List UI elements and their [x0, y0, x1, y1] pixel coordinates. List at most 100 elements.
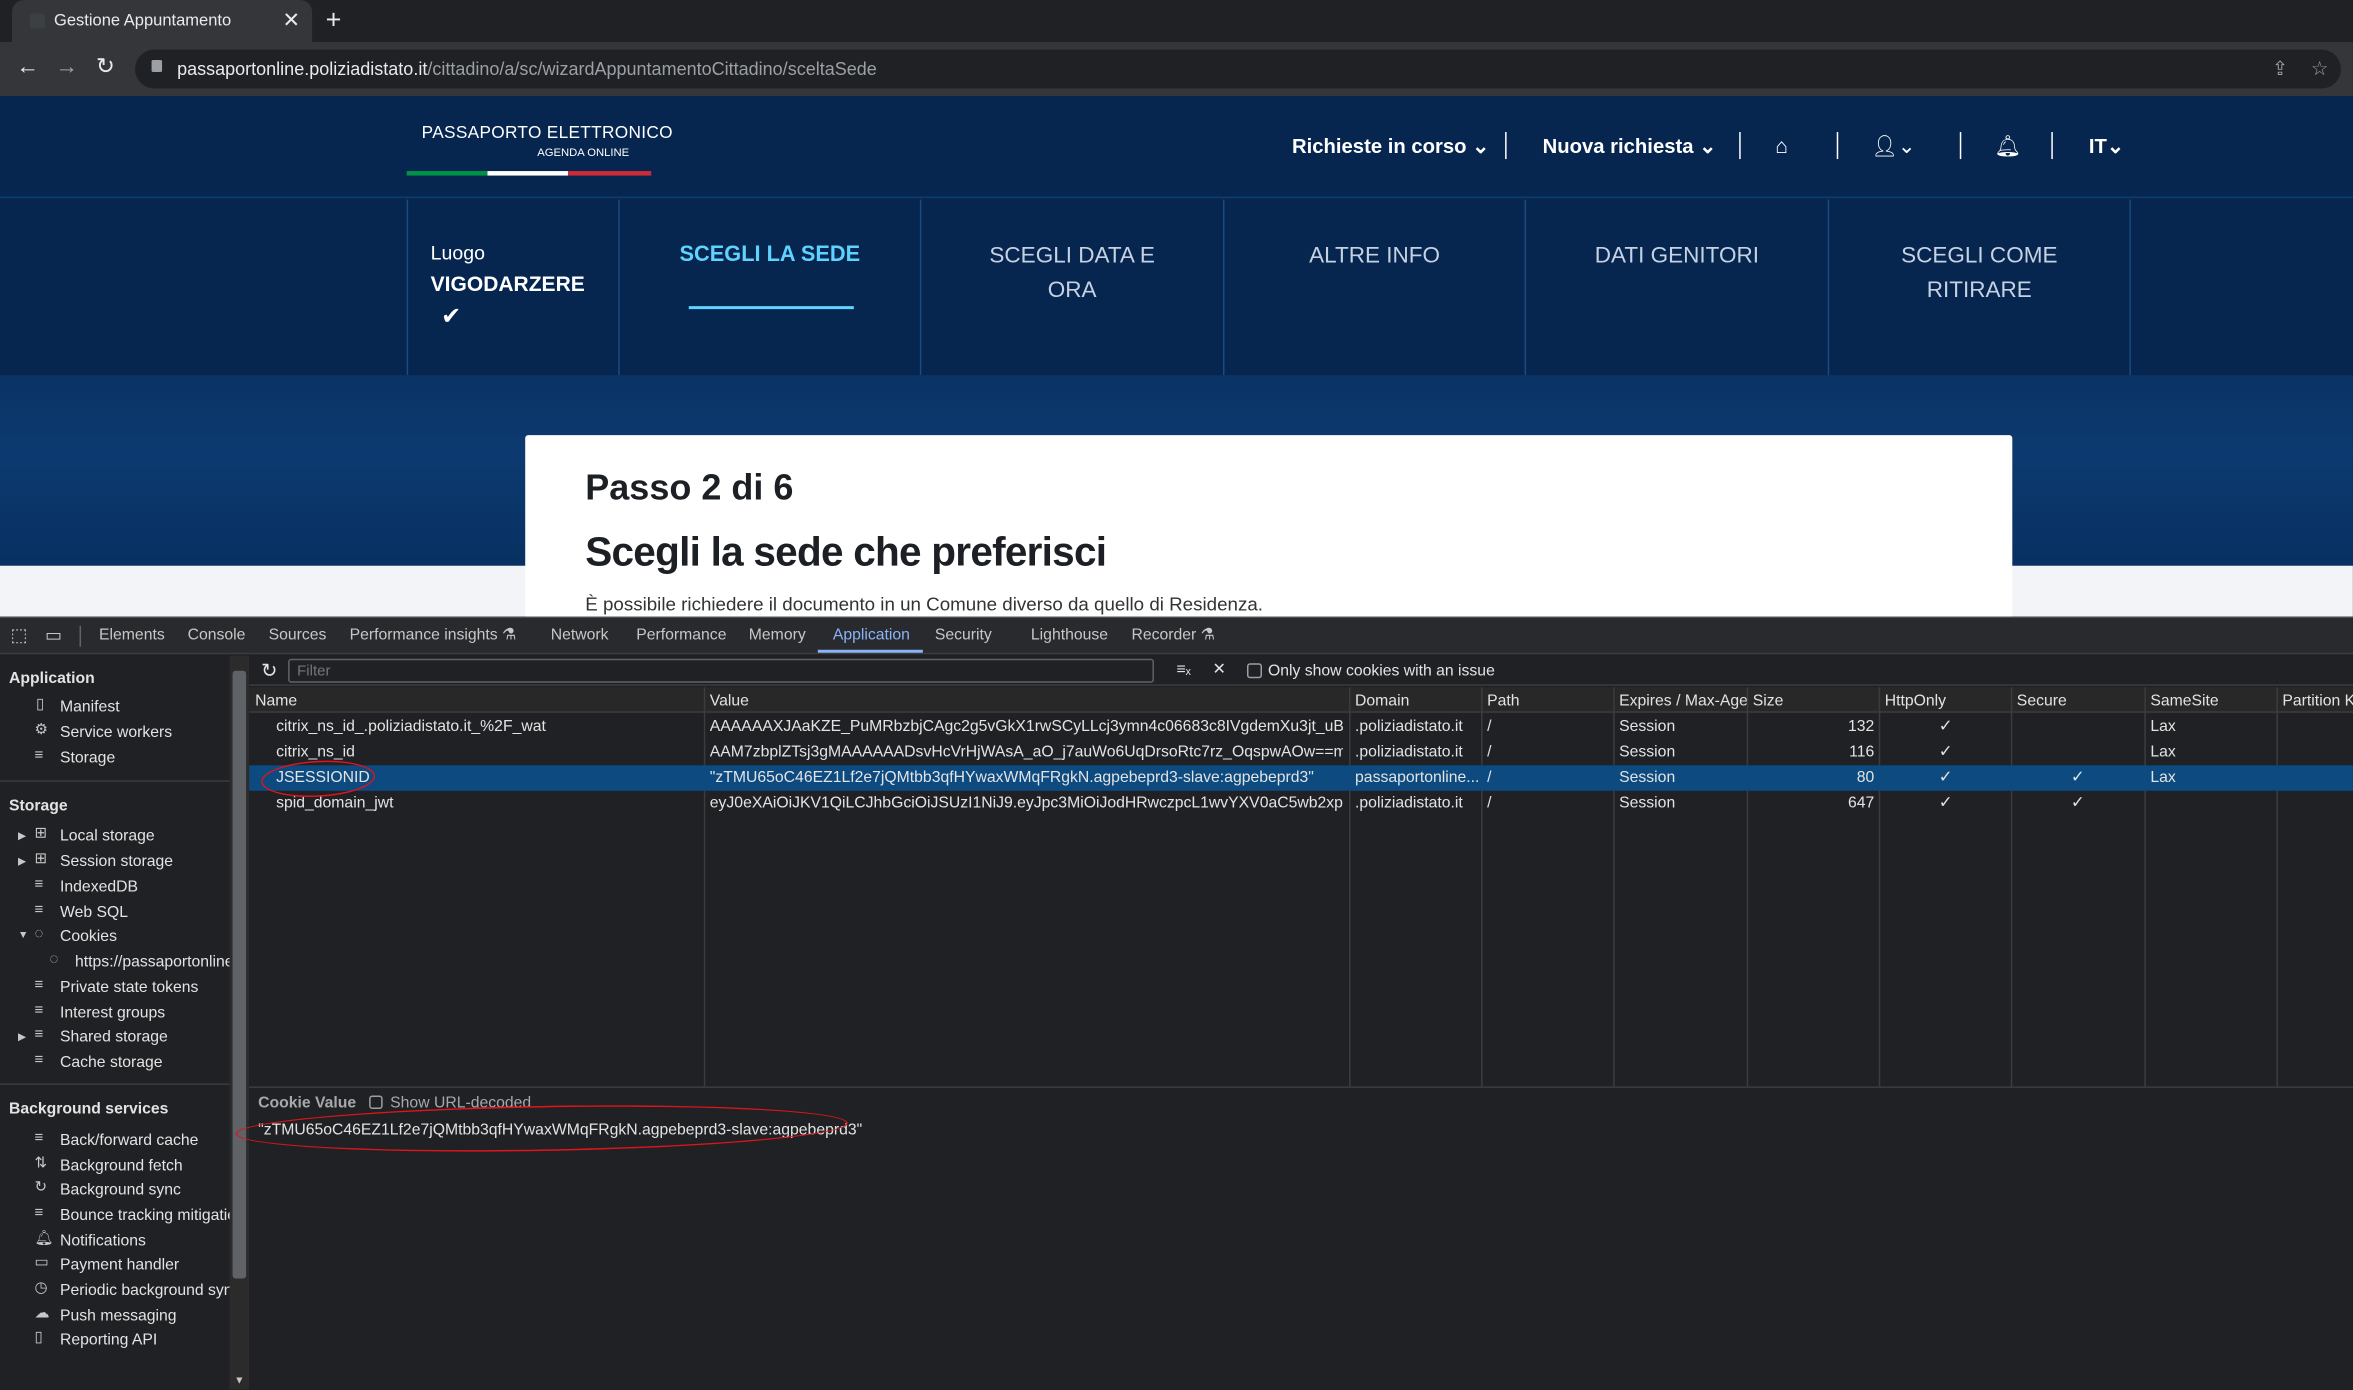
cookie-filter-input[interactable]	[288, 658, 1154, 683]
cookie-row[interactable]: citrix_ns_id AAM7zbplZTsj3gMAAAAAADsvHcV…	[249, 740, 2353, 766]
sidebar-item-background-sync[interactable]: Background sync	[60, 1181, 181, 1199]
sidebar-item-local-storage[interactable]: Local storage	[60, 827, 155, 845]
toolbar-divider	[79, 625, 82, 647]
bookmark-star-icon[interactable]: ☆	[2311, 57, 2328, 81]
close-tab-icon[interactable]: ✕	[283, 8, 301, 34]
address-bar[interactable]: passaportonline.poliziadistato.it/cittad…	[135, 49, 2341, 89]
cookie-row[interactable]: spid_domain_jwt eyJ0eXAiOiJKV1QiLCJhbGci…	[249, 791, 2353, 817]
step-dati-genitori[interactable]: DATI GENITORI	[1526, 199, 1830, 376]
nav-nuova-richiesta[interactable]: Nuova richiesta ⌄	[1543, 135, 1717, 159]
column-partition-key[interactable]: Partition K	[2282, 692, 2353, 710]
cookie-row-selected[interactable]: JSESSIONID "zTMU65oC46EZ1Lf2e7jQMtbb3qfH…	[249, 765, 2353, 791]
user-menu-icon[interactable]: 👤︎⌄	[1871, 134, 1915, 160]
back-icon[interactable]: ←	[17, 55, 40, 80]
sidebar-item-push-messaging[interactable]: Push messaging	[60, 1307, 177, 1325]
collapse-arrow-icon[interactable]: ▼	[18, 930, 28, 941]
sidebar-item-cache-storage[interactable]: Cache storage	[60, 1053, 162, 1071]
only-issues-checkbox[interactable]	[1246, 663, 1263, 679]
column-domain[interactable]: Domain	[1355, 692, 1409, 710]
sidebar-vertical-scrollbar[interactable]: ▼	[229, 655, 250, 1390]
tab-sources[interactable]: Sources	[269, 626, 327, 644]
step-label: ALTRE INFO	[1224, 239, 1524, 274]
step-altre-info[interactable]: ALTRE INFO	[1224, 199, 1527, 376]
sidebar-item-bfcache[interactable]: Back/forward cache	[60, 1131, 198, 1149]
tab-console[interactable]: Console	[188, 626, 246, 644]
step-scegli-data[interactable]: SCEGLI DATA E ORA	[921, 199, 1225, 376]
sidebar-item-payment-handler[interactable]: Payment handler	[60, 1256, 179, 1274]
step-scegli-ritiro[interactable]: SCEGLI COME RITIRARE	[1829, 199, 2131, 376]
browser-tab[interactable]: Gestione Appuntamento ✕	[12, 0, 313, 43]
cookie-name: spid_domain_jwt	[276, 793, 394, 812]
cookie-path: /	[1487, 768, 1492, 787]
sync-icon: ↻	[34, 1179, 48, 1196]
bell-icon[interactable]: 🔔︎	[1994, 134, 2021, 160]
tab-memory[interactable]: Memory	[749, 626, 806, 644]
database-icon: ≡	[34, 1002, 44, 1019]
column-httponly[interactable]: HttpOnly	[1885, 692, 1946, 710]
column-name[interactable]: Name	[255, 692, 297, 710]
delete-cookie-icon[interactable]: ✕	[1212, 660, 1225, 678]
database-icon: ≡	[34, 1129, 44, 1147]
logo-title[interactable]: PASSAPORTO ELETTRONICO	[422, 125, 673, 143]
chevron-down-icon: ⌄	[1699, 135, 1717, 158]
column-path[interactable]: Path	[1487, 692, 1519, 710]
home-icon[interactable]: ⌂	[1775, 134, 1788, 158]
sidebar-item-private-state-tokens[interactable]: Private state tokens	[60, 978, 198, 996]
sidebar-header-background-services: Background services	[9, 1099, 169, 1118]
tab-application[interactable]: Application	[833, 626, 910, 644]
inspect-element-icon[interactable]: ⬚	[11, 624, 28, 645]
expand-arrow-icon[interactable]: ▶	[18, 855, 26, 868]
cookie-row[interactable]: citrix_ns_id_.poliziadistato.it_%2F_wat …	[249, 714, 2353, 740]
expand-arrow-icon[interactable]: ▶	[18, 830, 26, 842]
step-scegli-sede[interactable]: SCEGLI LA SEDE	[620, 199, 922, 376]
reload-icon[interactable]: ↻	[96, 55, 115, 80]
nav-richieste-in-corso[interactable]: Richieste in corso ⌄	[1292, 135, 1489, 159]
column-secure[interactable]: Secure	[2017, 692, 2067, 710]
column-samesite[interactable]: SameSite	[2150, 692, 2218, 710]
gear-icon: ⚙	[34, 721, 48, 739]
sidebar-item-shared-storage[interactable]: Shared storage	[60, 1028, 168, 1046]
sidebar-item-storage[interactable]: Storage	[60, 749, 115, 767]
tab-performance-insights[interactable]: Performance insights ⚗	[350, 626, 517, 644]
tab-performance[interactable]: Performance	[636, 626, 726, 644]
sidebar-item-bounce-tracking[interactable]: Bounce tracking mitigatio	[60, 1206, 230, 1224]
bell-icon: 🔔︎	[34, 1230, 54, 1247]
language-selector[interactable]: IT⌄	[2089, 135, 2124, 159]
sidebar-item-cookies[interactable]: Cookies	[60, 927, 117, 945]
expand-arrow-icon[interactable]: ▶	[18, 1031, 26, 1043]
url-text: passaportonline.poliziadistato.it/cittad…	[177, 59, 877, 80]
share-icon[interactable]: ⇪	[2272, 57, 2288, 81]
tab-security[interactable]: Security	[935, 626, 992, 644]
sidebar-item-background-fetch[interactable]: Background fetch	[60, 1157, 183, 1175]
step-label: DATI GENITORI	[1526, 239, 1828, 274]
check-icon: ✔	[441, 304, 462, 331]
sidebar-item-indexeddb[interactable]: IndexedDB	[60, 878, 138, 896]
sidebar-item-session-storage[interactable]: Session storage	[60, 852, 173, 870]
sidebar-item-service-workers[interactable]: Service workers	[60, 723, 172, 741]
sidebar-item-web-sql[interactable]: Web SQL	[60, 903, 128, 921]
database-icon: ≡	[34, 876, 44, 893]
column-size[interactable]: Size	[1753, 692, 1784, 710]
refresh-icon[interactable]: ↻	[261, 659, 277, 683]
tab-elements[interactable]: Elements	[99, 626, 165, 644]
step-label-line1: SCEGLI LA SEDE	[679, 243, 861, 268]
sidebar-item-notifications[interactable]: Notifications	[60, 1232, 146, 1250]
column-expires[interactable]: Expires / Max-Age	[1619, 692, 1748, 710]
scroll-down-icon[interactable]: ▼	[234, 1376, 244, 1387]
device-toolbar-icon[interactable]: ▭	[45, 624, 62, 645]
sidebar-item-reporting-api[interactable]: Reporting API	[60, 1331, 157, 1349]
new-tab-icon[interactable]: +	[326, 5, 342, 37]
sidebar-item-manifest[interactable]: Manifest	[60, 698, 120, 716]
tab-recorder[interactable]: Recorder ⚗	[1131, 626, 1214, 644]
forward-icon[interactable]: →	[56, 55, 79, 80]
language-label: IT	[2088, 135, 2107, 158]
clear-filtered-cookies-icon[interactable]: ≡ₓ	[1176, 660, 1190, 678]
sidebar-item-interest-groups[interactable]: Interest groups	[60, 1004, 165, 1022]
sidebar-item-cookie-origin[interactable]: https://passaportonline	[75, 953, 230, 971]
scrollbar-thumb[interactable]	[232, 670, 247, 1279]
tab-network[interactable]: Network	[551, 626, 609, 644]
show-url-decoded-checkbox[interactable]	[369, 1095, 383, 1109]
sidebar-item-periodic-sync[interactable]: Periodic background sync	[60, 1282, 230, 1300]
tab-lighthouse[interactable]: Lighthouse	[1031, 626, 1108, 644]
column-value[interactable]: Value	[710, 692, 749, 710]
